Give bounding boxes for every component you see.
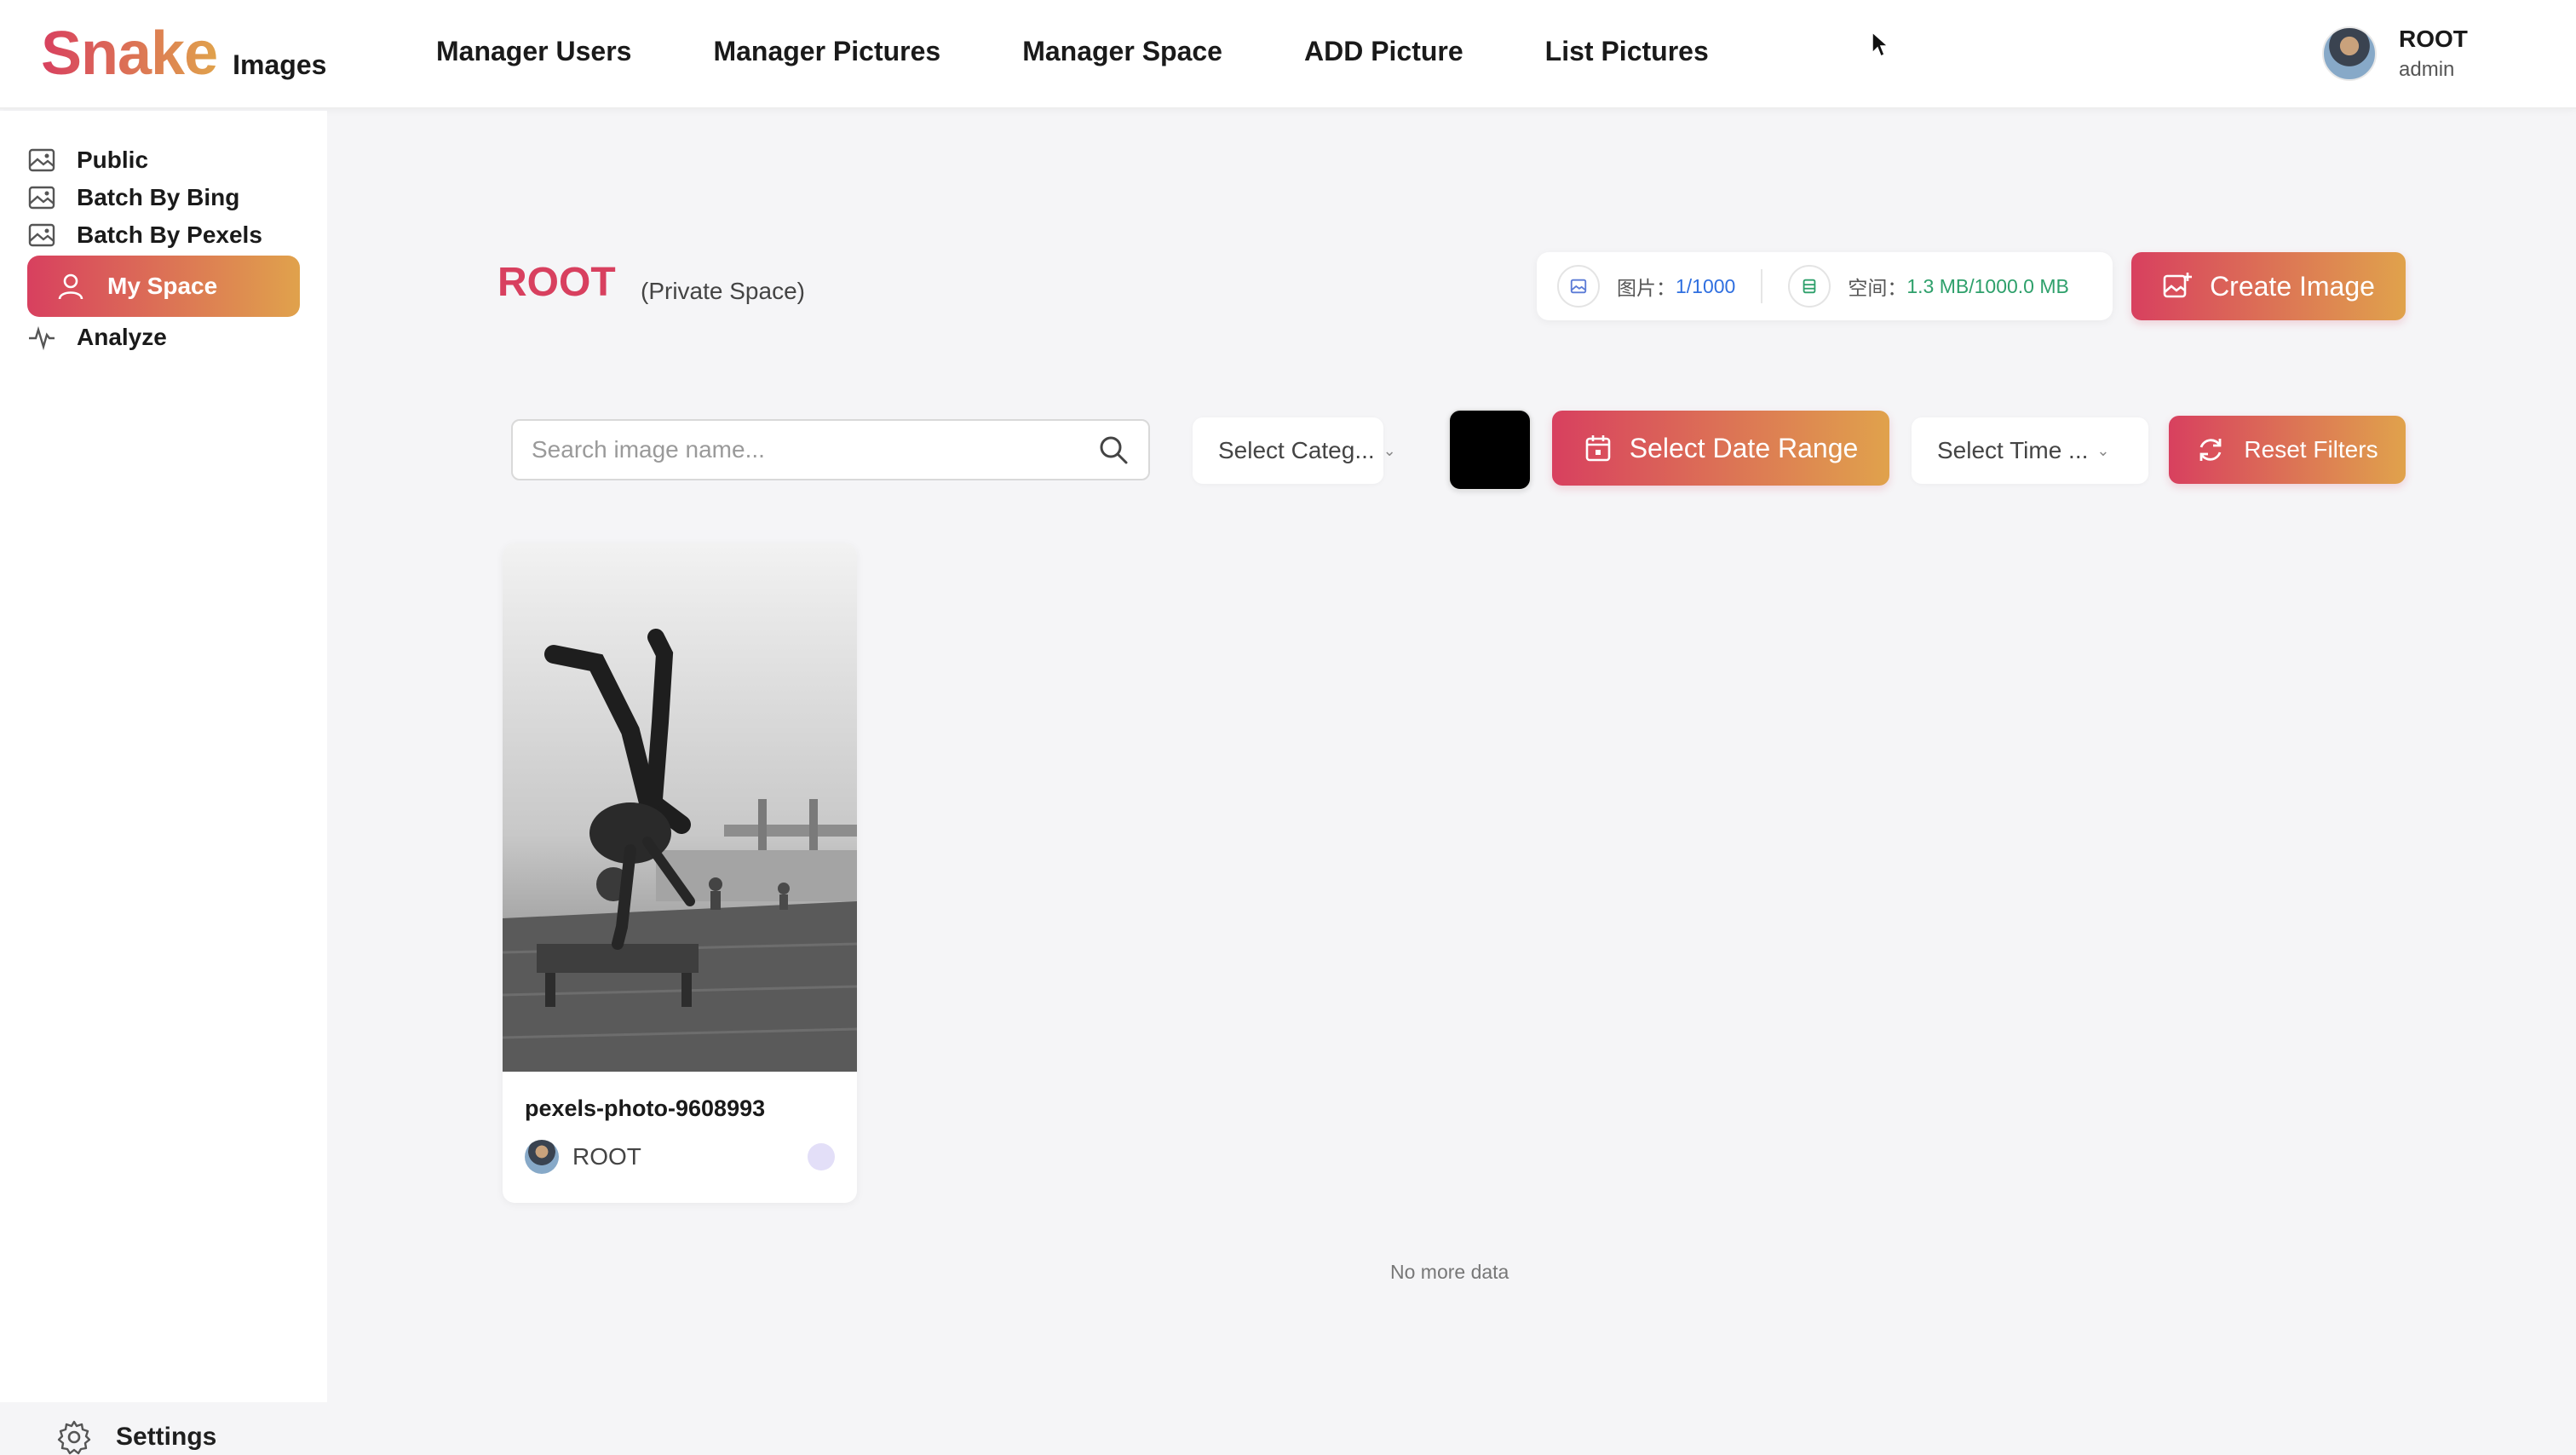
user-icon: [56, 272, 85, 301]
sidebar-item-batch-by-pexels[interactable]: Batch By Pexels: [27, 213, 262, 257]
picture-owner: ROOT: [525, 1140, 641, 1174]
settings-label: Settings: [116, 1423, 217, 1451]
picture-thumbnail: [503, 543, 857, 1072]
sidebar-item-label: Batch By Bing: [77, 184, 240, 210]
category-select[interactable]: Select Categ... ⌄: [1193, 417, 1396, 484]
select-date-range-button[interactable]: Select Date Range: [1552, 411, 1889, 486]
sidebar-item-label: Public: [77, 147, 149, 173]
nav-manager-users[interactable]: Manager Users: [436, 36, 631, 67]
storage-label: 空间：: [1848, 277, 1907, 299]
user-menu[interactable]: ROOT admin: [2322, 26, 2468, 82]
storage-value: 1.3 MB/1000.0 MB: [1906, 274, 2069, 297]
calendar-icon: [1584, 434, 1613, 463]
avatar: [2322, 26, 2377, 81]
picture-count-label: 图片：: [1617, 277, 1676, 299]
sidebar-item-analyze[interactable]: Analyze: [27, 315, 167, 359]
sidebar-item-label: Batch By Pexels: [77, 221, 262, 248]
logo-subtitle: Images: [233, 49, 327, 80]
avatar: [525, 1140, 559, 1174]
time-select-value: Select Time ...: [1937, 437, 2089, 463]
top-header: Snake Images Manager Users Manager Pictu…: [0, 0, 2576, 109]
image-icon: [27, 221, 56, 250]
time-select[interactable]: Select Time ... ⌄: [1912, 417, 2148, 484]
chevron-down-icon: ⌄: [2096, 441, 2110, 459]
settings-button[interactable]: Settings: [56, 1419, 216, 1455]
sidebar-item-label: My Space: [107, 273, 218, 299]
nav-list-pictures[interactable]: List Pictures: [1545, 36, 1709, 67]
chevron-down-icon: ⌄: [1383, 441, 1396, 459]
user-name: ROOT: [2399, 26, 2468, 52]
nav-manager-pictures[interactable]: Manager Pictures: [713, 36, 940, 67]
reset-filters-button[interactable]: Reset Filters: [2169, 416, 2406, 484]
picture-card[interactable]: pexels-photo-9608993 ROOT: [503, 543, 857, 1203]
color-picker-swatch[interactable]: [1448, 409, 1532, 491]
sidebar-item-my-space[interactable]: My Space: [27, 256, 300, 317]
stat-divider: [1761, 269, 1763, 303]
image-icon: [27, 183, 56, 212]
reset-filters-label: Reset Filters: [2244, 436, 2378, 463]
storage-stat: 空间： 1.3 MB/1000.0 MB: [1788, 265, 2069, 308]
image-icon: [27, 146, 56, 175]
picture-title: pexels-photo-9608993: [525, 1096, 766, 1121]
refresh-icon: [2196, 435, 2225, 464]
search-box: [511, 419, 1150, 480]
logo-wordmark: Snake: [41, 20, 218, 88]
sidebar-item-label: Analyze: [77, 324, 167, 350]
mouse-cursor-icon: [1872, 31, 1889, 58]
create-image-label: Create Image: [2210, 270, 2375, 302]
add-image-icon: [2162, 271, 2193, 302]
space-subtitle: (Private Space): [641, 278, 805, 304]
picture-count-stat: 图片： 1/1000: [1557, 265, 1735, 308]
picture-color-dot: [808, 1143, 835, 1170]
picture-owner-name: ROOT: [572, 1143, 641, 1170]
app-logo[interactable]: Snake Images: [41, 19, 326, 89]
space-usage-card: 图片： 1/1000 空间： 1.3 MB/1000.0 MB: [1537, 252, 2113, 320]
picture-count-value: 1/1000: [1676, 274, 1736, 297]
pulse-icon: [27, 323, 56, 352]
category-select-value: Select Categ...: [1218, 437, 1375, 463]
create-image-button[interactable]: Create Image: [2131, 252, 2406, 320]
sidebar: Public Batch By Bing Batch By Pexels My …: [0, 111, 327, 1455]
user-role: admin: [2399, 58, 2455, 82]
select-date-range-label: Select Date Range: [1629, 432, 1859, 463]
database-icon: [1788, 265, 1831, 308]
main-nav: Manager Users Manager Pictures Manager S…: [436, 36, 1709, 67]
nav-manager-space[interactable]: Manager Space: [1022, 36, 1222, 67]
space-title: ROOT: [497, 260, 616, 305]
gear-icon: [56, 1419, 92, 1455]
no-more-data-text: No more data: [1390, 1261, 1509, 1283]
search-icon[interactable]: [1097, 434, 1130, 466]
nav-add-picture[interactable]: ADD Picture: [1304, 36, 1463, 67]
picture-icon: [1557, 265, 1600, 308]
search-input[interactable]: [532, 436, 1097, 463]
